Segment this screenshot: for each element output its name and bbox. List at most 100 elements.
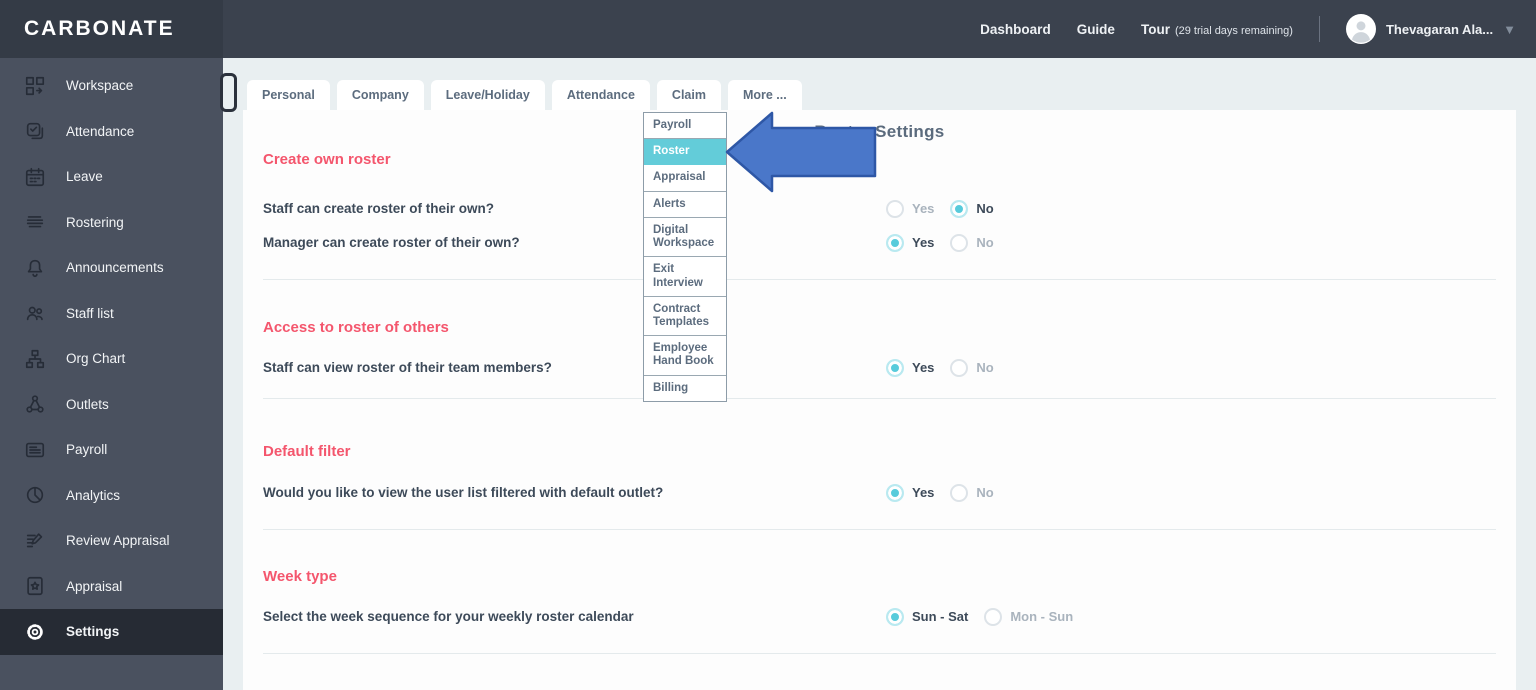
question-row: Select the week sequence for your weekly… [243, 607, 1516, 627]
dropdown-item-billing[interactable]: Billing [644, 376, 726, 401]
option-yes[interactable]: Yes [886, 200, 934, 218]
radio-label: Yes [912, 485, 935, 500]
option-no[interactable]: No [950, 200, 994, 218]
sidebar-item-review-appraisal[interactable]: Review Appraisal [0, 518, 223, 564]
dropdown-item-employee-hand-book[interactable]: Employee Hand Book [644, 336, 726, 376]
radio-no-icon[interactable] [950, 234, 969, 252]
outlets-icon [24, 393, 46, 415]
nav-tour[interactable]: Tour (29 trial days remaining) [1141, 22, 1293, 37]
option-mon-sun[interactable]: Mon - Sun [984, 608, 1073, 626]
section-heading-access-to-roster-of-others: Access to roster of others [263, 319, 449, 336]
sidebar-item-label: Leave [66, 169, 103, 185]
radio-label: Yes [912, 235, 935, 250]
sidebar-scroll-handle[interactable] [220, 73, 237, 112]
sidebar-item-payroll[interactable]: Payroll [0, 427, 223, 473]
sidebar-item-label: Org Chart [66, 351, 126, 367]
radio-group: Yes No [886, 200, 994, 218]
sidebar-item-outlets[interactable]: Outlets [0, 382, 223, 428]
sidebar-item-label: Rostering [66, 214, 124, 230]
sidebar-item-rostering[interactable]: Rostering [0, 200, 223, 246]
radio-label: Yes [912, 360, 935, 375]
dropdown-item-appraisal[interactable]: Appraisal [644, 165, 726, 192]
sidebar-item-attendance[interactable]: Attendance [0, 109, 223, 155]
dropdown-item-payroll[interactable]: Payroll [644, 113, 726, 140]
topbar: CARBONATE Dashboard Guide Tour (29 trial … [0, 0, 1536, 58]
radio-no-icon[interactable] [950, 484, 969, 502]
dropdown-item-digital-workspace[interactable]: Digital Workspace [644, 218, 726, 258]
option-no[interactable]: No [950, 484, 994, 502]
appraisal-icon [24, 575, 46, 597]
analytics-icon [24, 484, 46, 506]
sidebar-item-label: Payroll [66, 442, 108, 458]
option-sun-sat[interactable]: Sun - Sat [886, 608, 968, 626]
sidebar-item-label: Analytics [66, 487, 121, 503]
radio-no-icon[interactable] [950, 200, 969, 218]
option-yes[interactable]: Yes [886, 234, 934, 252]
radio-yes-icon[interactable] [886, 484, 904, 502]
sidebar-item-label: Announcements [66, 260, 164, 276]
dropdown-item-exit-interview[interactable]: Exit Interview [644, 257, 726, 297]
option-yes[interactable]: Yes [886, 484, 934, 502]
section-divider [263, 279, 1496, 280]
radio-label: No [976, 235, 994, 250]
option-yes[interactable]: Yes [886, 359, 934, 377]
sidebar-item-settings[interactable]: Settings [0, 609, 223, 655]
brand-logo: CARBONATE [0, 0, 223, 58]
sidebar-item-workspace[interactable]: Workspace [0, 63, 223, 109]
user-menu[interactable]: Thevagaran Ala... ▼ [1345, 14, 1516, 44]
sidebar-item-label: Settings [66, 624, 120, 640]
radio-label: No [976, 201, 994, 216]
tab-leave-holiday[interactable]: Leave/Holiday [430, 80, 545, 110]
avatar [1345, 14, 1376, 44]
question-row: Would you like to view the user list fil… [243, 483, 1516, 503]
sidebar-item-announcements[interactable]: Announcements [0, 245, 223, 291]
tab-claim[interactable]: Claim [656, 80, 721, 110]
tab-company[interactable]: Company [336, 80, 424, 110]
sidebar-item-analytics[interactable]: Analytics [0, 473, 223, 519]
sidebar-item-label: Staff list [66, 305, 114, 321]
question-text: Staff can create roster of their own? [263, 201, 495, 216]
nav-guide[interactable]: Guide [1077, 22, 1115, 37]
section-heading-week-type: Week type [263, 568, 337, 585]
more-dropdown-menu: Payroll Roster Appraisal Alerts Digital Work… [643, 112, 727, 402]
sidebar-item-label: Review Appraisal [66, 533, 170, 549]
org-chart-icon [24, 348, 46, 370]
dropdown-item-contract-templates[interactable]: Contract Templates [644, 297, 726, 337]
radio-label: No [976, 485, 994, 500]
sidebar-item-org-chart[interactable]: Org Chart [0, 336, 223, 382]
payroll-icon [24, 439, 46, 461]
option-no[interactable]: No [950, 234, 994, 252]
nav-dashboard[interactable]: Dashboard [980, 22, 1051, 37]
section-divider [263, 529, 1496, 530]
section-divider [263, 398, 1496, 399]
radio-group: Yes No [886, 484, 994, 502]
question-row: Staff can create roster of their own? Yes… [243, 199, 1516, 219]
radio-yes-icon[interactable] [886, 234, 904, 252]
section-divider [263, 653, 1496, 654]
tab-personal[interactable]: Personal [247, 80, 330, 110]
sidebar-item-staff-list[interactable]: Staff list [0, 291, 223, 337]
nav-tour-label: Tour [1140, 21, 1170, 37]
section-heading-create-own-roster: Create own roster [263, 151, 391, 168]
trial-days-note: (29 trial days remaining) [1174, 24, 1293, 37]
radio-sun-sat-icon[interactable] [886, 608, 904, 626]
radio-no-icon[interactable] [950, 359, 969, 377]
radio-mon-sun-icon[interactable] [984, 608, 1003, 626]
radio-yes-icon[interactable] [886, 200, 904, 218]
sidebar-item-leave[interactable]: Leave [0, 154, 223, 200]
radio-group: Yes No [886, 234, 994, 252]
option-no[interactable]: No [950, 359, 994, 377]
tab-attendance[interactable]: Attendance [551, 80, 650, 110]
sidebar-item-appraisal[interactable]: Appraisal [0, 564, 223, 610]
dropdown-item-alerts[interactable]: Alerts [644, 192, 726, 218]
section-heading-default-filter: Default filter [263, 443, 351, 460]
radio-yes-icon[interactable] [886, 359, 904, 377]
settings-icon [24, 621, 46, 643]
question-text: Would you like to view the user list fil… [263, 485, 664, 500]
sidebar-item-label: Outlets [66, 396, 109, 412]
question-text: Manager can create roster of their own? [263, 235, 520, 250]
sidebar: Workspace Attendance Leave Rostering Announc… [0, 58, 223, 690]
tab-more[interactable]: More ... [727, 80, 802, 110]
dropdown-item-roster[interactable]: Roster [644, 139, 726, 166]
leave-icon [24, 166, 46, 188]
